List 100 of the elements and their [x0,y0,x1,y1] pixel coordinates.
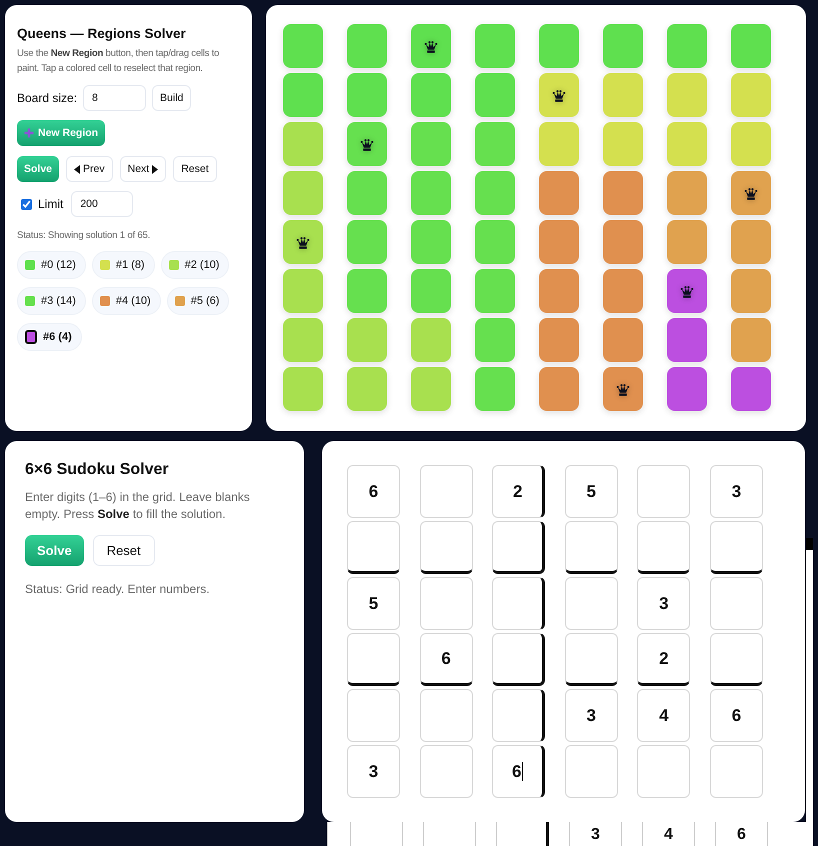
board-cell[interactable] [347,122,387,166]
board-cell[interactable] [475,220,515,264]
board-cell[interactable] [731,367,771,411]
digit-field[interactable] [637,745,690,798]
region-chip[interactable]: #5 (6) [166,287,230,315]
board-cell[interactable] [475,367,515,411]
digit-field[interactable] [637,521,690,574]
board-cell[interactable] [539,73,579,117]
digit-field[interactable]: 3 [564,689,618,742]
board-cell[interactable] [539,122,579,166]
digit-field[interactable] [492,577,546,630]
board-cell[interactable] [475,73,515,117]
region-chip[interactable]: #0 (12) [17,251,86,279]
board-cell[interactable] [603,269,643,313]
digit-field[interactable] [420,465,473,518]
board-cell[interactable] [603,24,643,68]
digit-field[interactable] [710,633,763,686]
board-cell[interactable] [603,73,643,117]
board-cell[interactable] [411,269,451,313]
board-cell[interactable] [283,24,323,68]
board-cell[interactable] [347,269,387,313]
digit-field[interactable] [420,577,473,630]
board-cell[interactable] [475,269,515,313]
digit-field[interactable] [710,521,763,574]
digit-field[interactable] [347,633,400,686]
digit-field[interactable]: 6 [492,745,546,798]
digit-field[interactable] [492,689,546,742]
region-chip[interactable]: #2 (10) [160,251,230,279]
limit-checkbox[interactable] [21,198,32,210]
board-cell[interactable] [347,73,387,117]
board-cell[interactable] [667,73,707,117]
digit-field[interactable]: 4 [637,689,690,742]
board-cell[interactable] [539,367,579,411]
digit-field[interactable] [347,689,400,742]
board-cell[interactable] [411,318,451,362]
digit-field[interactable]: 5 [564,465,618,518]
digit-field[interactable]: 3 [637,577,690,630]
board-cell[interactable] [347,318,387,362]
board-cell[interactable] [283,269,323,313]
digit-field[interactable] [347,521,400,574]
board-cell[interactable] [667,367,707,411]
board-cell[interactable] [603,220,643,264]
board-cell[interactable] [731,318,771,362]
board-cell[interactable] [283,220,323,264]
digit-field[interactable]: 5 [347,577,400,630]
board-cell[interactable] [603,318,643,362]
digit-field[interactable] [492,633,546,686]
digit-field[interactable] [710,745,763,798]
digit-field[interactable]: 2 [492,465,546,518]
digit-field[interactable]: 3 [347,745,400,798]
reset-button[interactable]: Reset [92,535,155,566]
board-cell[interactable] [667,269,707,313]
board-cell[interactable] [411,73,451,117]
board-cell[interactable] [283,171,323,215]
digit-field[interactable] [564,521,618,574]
board-cell[interactable] [347,220,387,264]
board-cell[interactable] [347,367,387,411]
digit-field[interactable]: 2 [637,633,690,686]
digit-field[interactable] [710,577,763,630]
board-cell[interactable] [475,171,515,215]
board-cell[interactable] [731,171,771,215]
board-cell[interactable] [539,171,579,215]
next-button[interactable]: Next [120,156,166,182]
board-cell[interactable] [347,171,387,215]
board-cell[interactable] [475,122,515,166]
digit-field[interactable] [637,465,690,518]
board-cell[interactable] [667,171,707,215]
region-chip[interactable]: #4 (10) [92,287,161,315]
board-cell[interactable] [475,24,515,68]
board-cell[interactable] [539,318,579,362]
board-cell[interactable] [411,220,451,264]
board-cell[interactable] [731,220,771,264]
previous-button[interactable]: Prev [66,156,113,182]
board-cell[interactable] [667,220,707,264]
board-cell[interactable] [283,73,323,117]
board-cell[interactable] [539,24,579,68]
digit-field[interactable] [564,745,618,798]
board-cell[interactable] [411,24,451,68]
digit-field[interactable]: 6 [420,633,473,686]
digit-field[interactable]: 6 [347,465,400,518]
board-cell[interactable] [731,122,771,166]
limit-field[interactable]: 200 [71,191,134,217]
board-cell[interactable] [283,122,323,166]
region-chip[interactable]: #1 (8) [92,251,155,279]
board-cell[interactable] [475,318,515,362]
board-cell[interactable] [411,367,451,411]
board-cell[interactable] [667,24,707,68]
region-chip[interactable]: #3 (14) [17,287,86,315]
digit-field[interactable] [492,521,546,574]
digit-field[interactable] [420,521,473,574]
board-cell[interactable] [411,122,451,166]
board-cell[interactable] [603,122,643,166]
digit-field[interactable]: 3 [710,465,763,518]
board-cell[interactable] [347,24,387,68]
reset-button[interactable]: Reset [173,156,217,182]
board-cell[interactable] [731,73,771,117]
board-size-field[interactable]: 8 [83,85,146,111]
board-cell[interactable] [667,122,707,166]
board-cell[interactable] [283,367,323,411]
digit-field[interactable]: 6 [710,689,763,742]
